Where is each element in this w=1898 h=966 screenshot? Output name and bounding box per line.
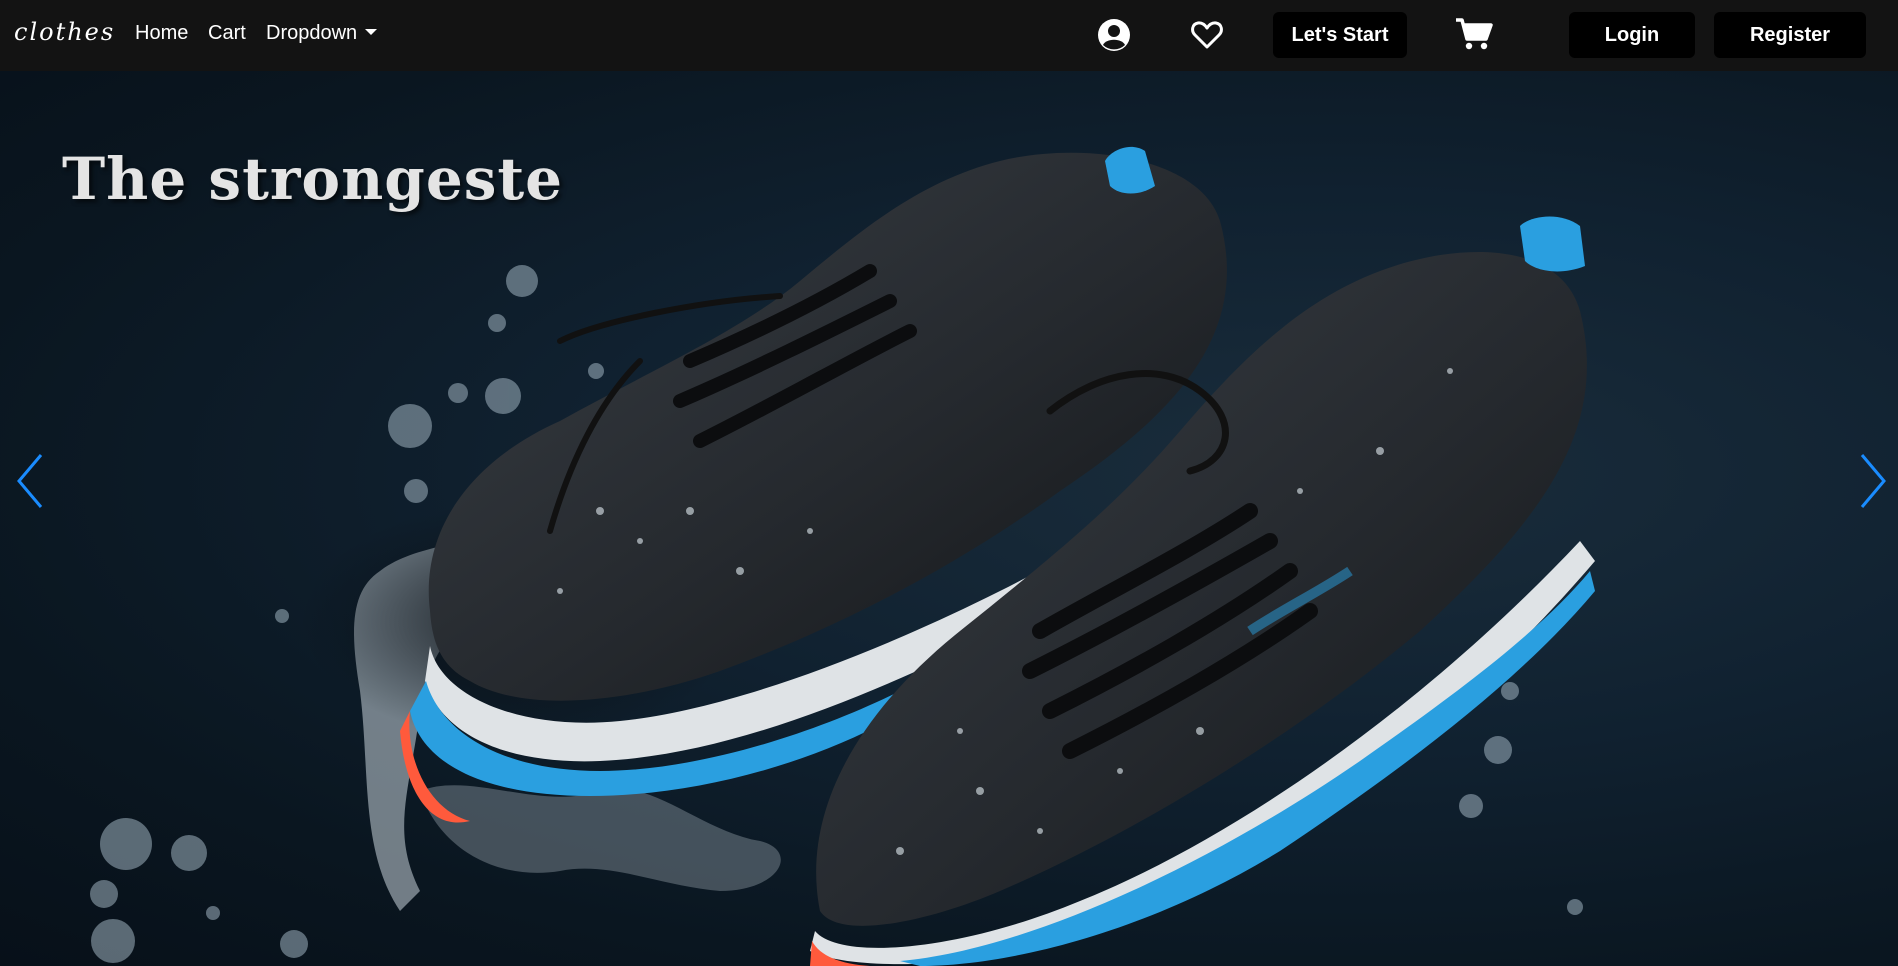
hero-title: The strongeste (62, 145, 564, 213)
nav-link-cart[interactable]: Cart (208, 22, 246, 45)
heart-icon (1191, 21, 1223, 49)
nav-dropdown-label: Dropdown (266, 22, 358, 44)
lets-start-button[interactable]: Let's Start (1273, 12, 1407, 58)
chevron-right-icon (1860, 454, 1886, 508)
cart-button[interactable] (1455, 16, 1493, 52)
top-navbar: clothes Home Cart Dropdown Let's Start L… (0, 0, 1898, 71)
register-button[interactable]: Register (1714, 12, 1866, 58)
caret-down-icon (365, 29, 378, 35)
chevron-left-icon (17, 454, 43, 508)
login-button[interactable]: Login (1569, 12, 1695, 58)
carousel-prev-button[interactable] (5, 446, 55, 516)
nav-link-home[interactable]: Home (135, 22, 188, 45)
carousel-next-button[interactable] (1848, 446, 1898, 516)
nav-dropdown-toggle[interactable]: Dropdown (266, 22, 378, 45)
brand-logo[interactable]: clothes (14, 18, 115, 46)
user-circle-icon (1098, 19, 1130, 51)
wishlist-button[interactable] (1190, 19, 1224, 51)
account-button[interactable] (1096, 17, 1132, 53)
shopping-cart-icon (1456, 18, 1493, 50)
hero-carousel: The strongeste (0, 71, 1898, 966)
